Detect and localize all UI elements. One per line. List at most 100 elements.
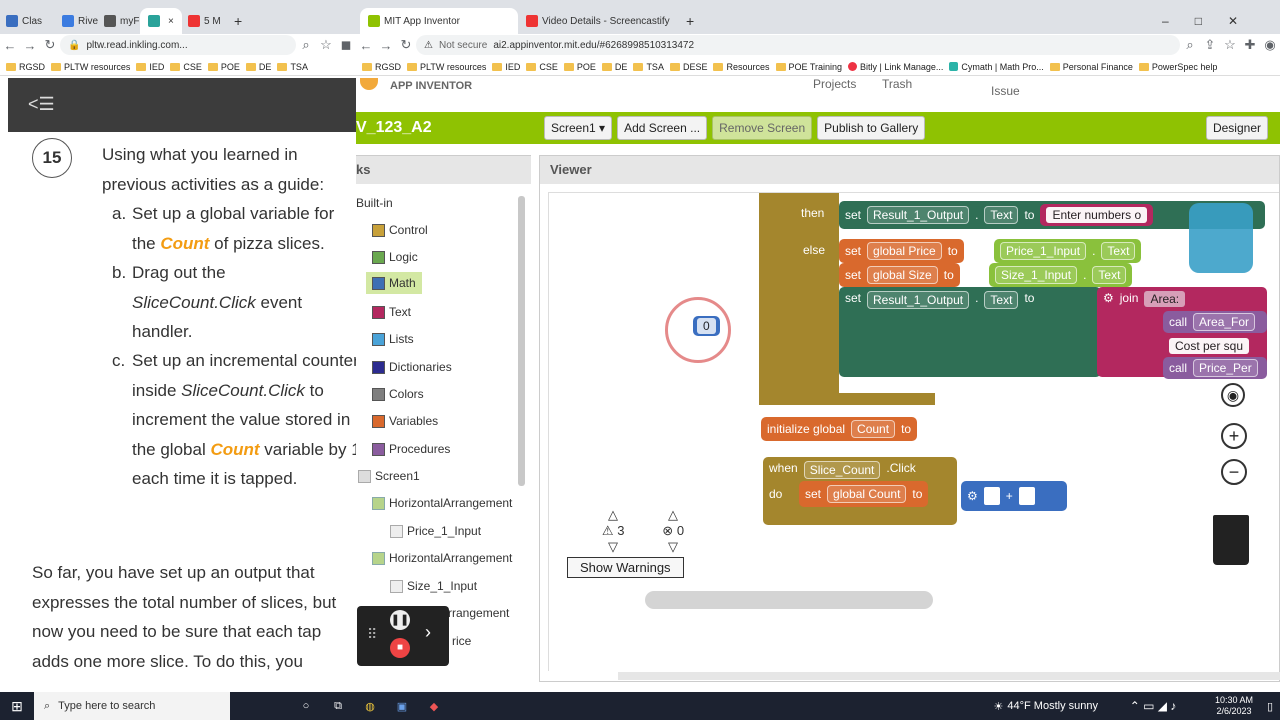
warnings-down-icon[interactable]: ▽ <box>608 539 618 555</box>
block-category-control[interactable]: Control <box>372 223 428 237</box>
errors-down-icon[interactable]: ▽ <box>668 539 678 555</box>
zoom-icon[interactable]: ⌕ <box>296 37 316 53</box>
bookmark-item[interactable]: Cymath | Math Pro... <box>949 62 1044 72</box>
forward-icon[interactable]: → <box>376 38 396 53</box>
block-category-text[interactable]: Text <box>372 305 411 319</box>
bookmark-item[interactable]: Bitly | Link Manage... <box>848 62 943 72</box>
menu-issue[interactable]: Issue <box>991 84 1020 98</box>
forward-icon[interactable]: → <box>20 38 40 53</box>
star-icon[interactable]: ☆ <box>316 37 336 53</box>
reload-icon[interactable]: ↻ <box>40 37 60 53</box>
task-view-icon[interactable]: ○ <box>290 700 322 712</box>
tree-price-input[interactable]: Price_1_Input <box>390 524 481 538</box>
block-category-dictionaries[interactable]: Dictionaries <box>372 360 452 374</box>
extensions-icon[interactable]: ✚ <box>1240 37 1260 53</box>
multitask-icon[interactable]: ⧉ <box>322 700 354 713</box>
address-bar[interactable]: ⚠ Not secure ai2.appinventor.mit.edu/#6268… <box>416 35 1180 55</box>
bookmark-item[interactable]: CSE <box>526 62 558 72</box>
minimize-icon[interactable]: – <box>1162 14 1169 28</box>
tab-3[interactable]: myF <box>104 8 139 34</box>
set-global-size-block[interactable]: set global Size to <box>839 263 960 287</box>
show-warnings-button[interactable]: Show Warnings <box>567 557 684 578</box>
address-bar[interactable]: 🔒 pltw.read.inkling.com... <box>60 35 296 55</box>
toc-menu-icon[interactable]: <☰ <box>28 94 55 114</box>
new-tab-button[interactable]: + <box>234 8 242 34</box>
tab-app-inventor[interactable]: MIT App Inventor <box>360 8 518 34</box>
zoom-in-icon[interactable]: + <box>1221 423 1247 449</box>
bookmark-item[interactable]: PowerSpec help <box>1138 62 1217 72</box>
recenter-icon[interactable]: ◉ <box>1221 383 1245 407</box>
bookmark-item[interactable]: RGSD <box>362 62 401 72</box>
bookmark-item[interactable]: DE <box>245 62 271 72</box>
tab-4[interactable]: × <box>140 8 182 34</box>
zoom-out-icon[interactable]: − <box>1221 459 1247 485</box>
block-category-procedures[interactable]: Procedures <box>372 442 450 456</box>
block-category-colors[interactable]: Colors <box>372 387 424 401</box>
set-global-count-block[interactable]: set global Count to <box>799 481 929 507</box>
bookmark-item[interactable]: TSA <box>633 62 664 72</box>
block-category-lists[interactable]: Lists <box>372 332 414 346</box>
warnings-up-icon[interactable]: △ <box>608 507 618 523</box>
tree-horizontal-1[interactable]: HorizontalArrangement <box>372 496 512 510</box>
pause-icon[interactable]: ❚❚ <box>390 610 410 630</box>
bookmark-item[interactable]: IED <box>492 62 520 72</box>
menu-trash[interactable]: Trash <box>882 77 912 91</box>
bookmark-item[interactable]: POE Training <box>775 62 842 72</box>
bookmark-item[interactable]: Resources <box>713 62 770 72</box>
gear-icon[interactable]: ⚙ <box>967 489 978 503</box>
share-icon[interactable]: ⇪ <box>1200 37 1220 53</box>
profile-avatar[interactable]: ◉ <box>1260 37 1280 53</box>
tab-5[interactable]: 5 M <box>188 8 221 34</box>
add-block[interactable]: ⚙ + <box>961 481 1067 511</box>
tab-1[interactable]: Clas <box>6 8 42 34</box>
chrome-icon[interactable]: ◍ <box>354 700 386 713</box>
block-category-logic[interactable]: Logic <box>372 250 418 264</box>
publish-gallery-button[interactable]: Publish to Gallery <box>817 116 926 140</box>
bookmark-item[interactable]: CSE <box>170 62 202 72</box>
reload-icon[interactable]: ↻ <box>396 37 416 53</box>
tab-2[interactable]: Rive <box>62 8 98 34</box>
set-global-price-block[interactable]: set global Price to <box>839 239 964 263</box>
star-icon[interactable]: ☆ <box>1220 37 1240 53</box>
menu-projects[interactable]: Projects <box>813 77 856 91</box>
maximize-icon[interactable]: □ <box>1195 14 1202 28</box>
backpack-icon[interactable] <box>1189 203 1253 273</box>
block-category-math[interactable]: Math <box>366 272 422 294</box>
block-category-variables[interactable]: Variables <box>372 414 438 428</box>
gear-icon[interactable]: ⚙ <box>1103 291 1114 305</box>
back-icon[interactable]: ← <box>0 38 20 53</box>
stop-icon[interactable]: ■ <box>390 638 410 658</box>
bookmark-item[interactable]: IED <box>136 62 164 72</box>
blocks-workspace[interactable]: then else set Result_1_Output. Text to Ente… <box>548 192 1279 671</box>
screen-selector[interactable]: Screen1 ▾ <box>544 116 613 140</box>
weather-widget[interactable]: ☀ 44°F Mostly sunny <box>994 700 1098 713</box>
zoom-icon[interactable]: ⌕ <box>1180 37 1200 53</box>
bookmark-item[interactable]: POE <box>207 62 240 72</box>
workspace-h-scrollbar[interactable] <box>645 591 933 609</box>
notifications-icon[interactable]: ▯ <box>1260 700 1280 713</box>
close-icon[interactable]: × <box>168 16 174 27</box>
new-tab-button[interactable]: + <box>686 8 694 34</box>
blocks-scrollbar[interactable] <box>518 196 525 486</box>
windows-start-icon[interactable]: ⊞ <box>0 698 34 715</box>
text-literal-block[interactable]: Enter numbers o <box>1040 204 1154 226</box>
page-h-scrollbar[interactable] <box>618 672 1280 680</box>
drag-handle-icon[interactable]: ⠿ <box>367 626 377 643</box>
bookmark-item[interactable]: DE <box>601 62 627 72</box>
if-else-block[interactable] <box>759 193 839 405</box>
bookmark-item[interactable]: DESE <box>669 62 707 72</box>
extensions-icon[interactable]: ◼ <box>336 37 356 53</box>
set-result-join-block[interactable]: set Result_1_Output. Text to <box>839 287 1101 377</box>
remove-screen-button[interactable]: Remove Screen <box>712 116 813 140</box>
initialize-global-count-block[interactable]: initialize global Count to <box>761 417 918 441</box>
tree-arrangement-3[interactable]: Arrangement <box>440 606 509 620</box>
app-icon[interactable]: ▣ <box>386 700 418 713</box>
back-icon[interactable]: ← <box>356 38 376 53</box>
trash-icon[interactable] <box>1213 515 1249 565</box>
builtin-header[interactable]: Built-in <box>356 196 393 210</box>
bookmark-item[interactable]: RGSD <box>6 62 45 72</box>
call-area-block[interactable]: call Area_For <box>1163 311 1267 333</box>
tab-screencastify[interactable]: Video Details - Screencastify <box>526 8 670 34</box>
bookmark-item[interactable]: PLTW resources <box>407 62 486 72</box>
tree-screen1[interactable]: Screen1 <box>358 469 420 483</box>
